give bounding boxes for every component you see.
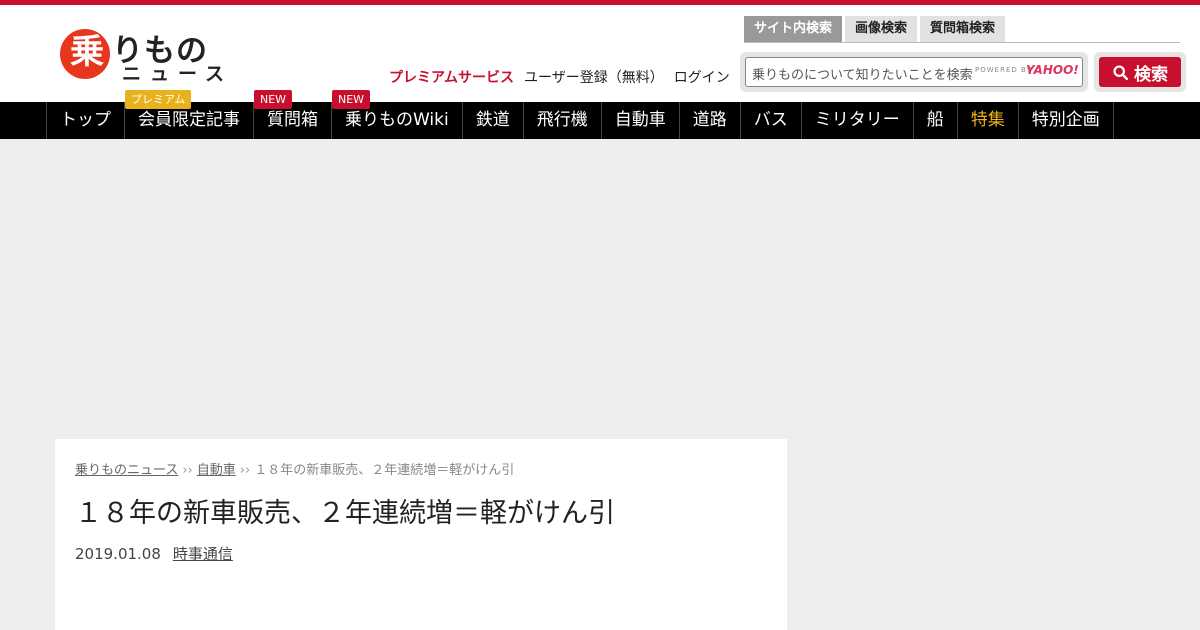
nav-list: トップ プレミアム 会員限定記事 NEW 質問箱 NEW 乗りものWiki 鉄道 飛行…: [46, 90, 1114, 139]
nav-item-questions[interactable]: NEW 質問箱: [254, 90, 332, 139]
nav-item-ships[interactable]: 船: [914, 102, 958, 139]
new-badge: NEW: [254, 90, 293, 109]
nav-item-cars[interactable]: 自動車: [602, 102, 680, 139]
nav-label: 会員限定記事: [138, 110, 240, 130]
nav-label: 飛行機: [536, 110, 588, 130]
logo-sub-text: ニュース: [122, 63, 234, 85]
main-nav: トップ プレミアム 会員限定記事 NEW 質問箱 NEW 乗りものWiki 鉄道 飛行…: [0, 90, 1200, 139]
site-header: 乗 りもの ニュース サイト内検索 画像検索 質問箱検索 プレミアムサービス ユ…: [0, 5, 1200, 102]
nav-label: バス: [753, 110, 788, 130]
nav-item-aircraft[interactable]: 飛行機: [524, 102, 602, 139]
search-input[interactable]: 乗りものについて知りたいことを検索 POWERED BY YAHOO!: [745, 57, 1083, 87]
nav-label: 特別企画: [1031, 110, 1100, 130]
tab-question-search[interactable]: 質問箱検索: [920, 16, 1006, 42]
search-box: 乗りものについて知りたいことを検索 POWERED BY YAHOO!: [740, 52, 1088, 92]
breadcrumb-separator: ››: [182, 463, 193, 478]
search-icon: [1113, 64, 1129, 80]
tab-image-search[interactable]: 画像検索: [845, 16, 918, 42]
nav-item-roads[interactable]: 道路: [680, 102, 741, 139]
article-title: １８年の新車販売、２年連続増＝軽がけん引: [75, 498, 615, 529]
nav-label: 質問箱: [267, 110, 318, 130]
search-button-frame: 検索: [1094, 52, 1186, 92]
new-badge: NEW: [332, 90, 371, 109]
nav-item-military[interactable]: ミリタリー: [802, 102, 914, 139]
nav-label: 鉄道: [475, 110, 510, 130]
nav-item-railway[interactable]: 鉄道: [463, 102, 524, 139]
nav-label: ミリタリー: [814, 110, 900, 130]
nav-label: 道路: [692, 110, 727, 130]
search-tabs: サイト内検索 画像検索 質問箱検索: [744, 16, 1006, 42]
nav-label: 特集: [970, 110, 1005, 130]
article-date: 2019.01.08: [75, 545, 161, 563]
nav-item-special[interactable]: 特別企画: [1019, 102, 1114, 139]
search-button[interactable]: 検索: [1099, 57, 1181, 87]
breadcrumb-current: １８年の新車販売、２年連続増＝軽がけん引: [254, 463, 515, 478]
nav-label: 船: [926, 110, 944, 130]
register-link[interactable]: ユーザー登録（無料）: [524, 67, 664, 87]
nav-item-top[interactable]: トップ: [47, 102, 125, 139]
article-meta: 2019.01.08 時事通信: [75, 543, 233, 564]
nav-label: 乗りものWiki: [345, 110, 449, 130]
article-card: 乗りものニュース ›› 自動車 ›› １８年の新車販売、２年連続増＝軽がけん引 １８年の…: [55, 439, 787, 630]
nav-item-bus[interactable]: バス: [741, 102, 802, 139]
premium-service-link[interactable]: プレミアムサービス: [389, 67, 514, 87]
nav-label: 自動車: [614, 110, 666, 130]
yahoo-logo: YAHOO!: [1026, 63, 1079, 77]
breadcrumb-separator: ››: [239, 463, 251, 478]
login-link[interactable]: ログイン: [674, 67, 730, 87]
nav-item-members[interactable]: プレミアム 会員限定記事: [125, 90, 254, 139]
breadcrumb-home[interactable]: 乗りものニュース: [75, 463, 178, 478]
article-source-link[interactable]: 時事通信: [173, 545, 233, 563]
logo-badge-text: 乗: [70, 32, 104, 72]
header-links: プレミアムサービス ユーザー登録（無料） ログイン: [389, 67, 730, 87]
nav-label: トップ: [60, 110, 111, 130]
breadcrumb-category[interactable]: 自動車: [197, 463, 236, 478]
premium-badge: プレミアム: [125, 90, 192, 109]
search-button-label: 検索: [1134, 64, 1168, 85]
powered-by-label: POWERED BY: [975, 66, 1032, 74]
site-logo[interactable]: 乗 りもの ニュース: [60, 25, 230, 85]
search-placeholder: 乗りものについて知りたいことを検索: [752, 68, 973, 83]
tab-site-search[interactable]: サイト内検索: [744, 16, 843, 42]
breadcrumb: 乗りものニュース ›› 自動車 ›› １８年の新車販売、２年連続増＝軽がけん引: [75, 459, 514, 478]
search-tabs-divider: [744, 42, 1180, 43]
nav-item-features[interactable]: 特集: [958, 102, 1019, 139]
nav-item-wiki[interactable]: NEW 乗りものWiki: [332, 90, 463, 139]
